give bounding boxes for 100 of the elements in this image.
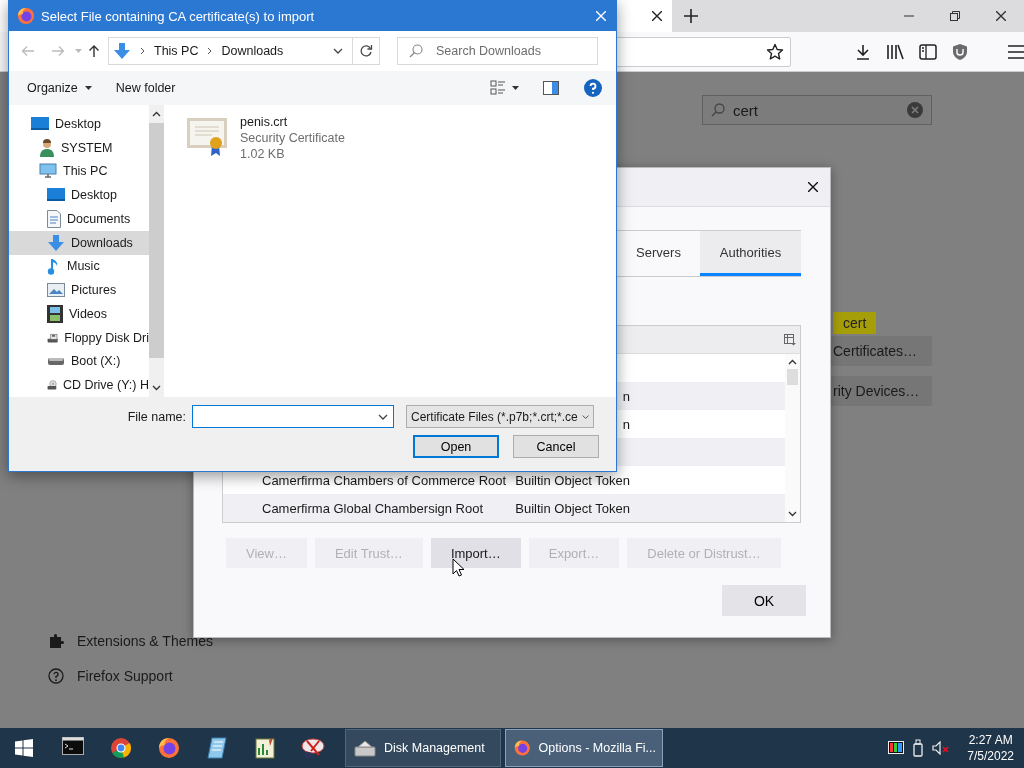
- refresh-icon[interactable]: [359, 44, 373, 58]
- dropdown-icon[interactable]: [378, 413, 388, 420]
- close-icon[interactable]: [996, 11, 1006, 21]
- desktop-icon: [31, 115, 49, 132]
- up-arrow-icon[interactable]: [88, 44, 100, 58]
- star-icon[interactable]: [766, 42, 784, 61]
- tree-item[interactable]: This PC: [9, 159, 149, 184]
- download-arrow-icon: [113, 42, 131, 60]
- close-icon[interactable]: [808, 182, 818, 192]
- sidebar-icon[interactable]: [919, 43, 937, 60]
- button[interactable]: Open: [413, 435, 499, 458]
- search-field[interactable]: Search Downloads: [397, 37, 598, 65]
- scroll-down-icon[interactable]: [152, 385, 161, 391]
- muted-speaker-icon[interactable]: [932, 741, 951, 755]
- ok-button[interactable]: OK: [722, 585, 806, 616]
- library-icon[interactable]: [886, 43, 904, 60]
- clock-date[interactable]: 7/5/2022: [967, 748, 1014, 764]
- address-field[interactable]: This PC Downloads: [108, 37, 380, 65]
- caret-icon[interactable]: [512, 86, 519, 90]
- terminal-icon[interactable]: [62, 737, 84, 755]
- browser-icon[interactable]: [110, 737, 132, 759]
- tab[interactable]: Servers: [617, 231, 700, 276]
- tree-item[interactable]: Pictures: [9, 278, 149, 302]
- file-name[interactable]: penis.crt: [240, 115, 345, 129]
- tree-item[interactable]: Documents: [9, 207, 149, 231]
- search-highlight: cert: [833, 312, 877, 334]
- button[interactable]: Cancel: [513, 435, 599, 458]
- help-icon: [48, 668, 64, 684]
- taskbar-button[interactable]: Options - Mozilla Fi...: [505, 729, 663, 767]
- help-icon[interactable]: [584, 79, 602, 97]
- tree-item[interactable]: CD Drive (Y:) H: [9, 373, 149, 397]
- tree-item[interactable]: Desktop: [9, 183, 149, 207]
- file-name-field[interactable]: [192, 405, 394, 428]
- document-icon: [47, 209, 61, 228]
- sidebar-link[interactable]: Extensions & Themes: [48, 633, 1024, 649]
- tree-item[interactable]: Videos: [9, 302, 149, 326]
- search-field[interactable]: cert: [702, 95, 932, 125]
- toolbar-button[interactable]: Organize: [27, 81, 92, 95]
- toolbar-button[interactable]: New folder: [115, 81, 176, 95]
- tree-item[interactable]: Downloads: [9, 230, 149, 255]
- clock-time[interactable]: 2:27 AM: [968, 732, 1013, 748]
- scroll-up-icon[interactable]: [152, 111, 161, 117]
- tree-item[interactable]: Music: [9, 254, 149, 279]
- notebook-icon[interactable]: [207, 737, 227, 759]
- scrollbar-thumb[interactable]: [787, 369, 798, 385]
- file-type: Security Certificate: [240, 131, 345, 145]
- restore-icon[interactable]: [950, 11, 960, 21]
- tree-item[interactable]: Desktop: [9, 112, 149, 136]
- dropdown-icon[interactable]: [333, 48, 343, 54]
- display-icon[interactable]: [888, 741, 905, 755]
- taskbar-button[interactable]: Disk Management: [345, 729, 501, 767]
- sidebar-link[interactable]: Firefox Support: [48, 668, 1024, 684]
- close-icon[interactable]: [652, 11, 662, 21]
- scroll-up-icon[interactable]: [788, 359, 797, 365]
- dropdown-icon: [581, 413, 589, 420]
- clear-icon[interactable]: [907, 102, 923, 118]
- column-picker-icon[interactable]: [784, 333, 796, 346]
- shield-icon[interactable]: [952, 42, 968, 61]
- button[interactable]: Import…: [430, 538, 521, 568]
- windows-logo-icon[interactable]: [15, 739, 33, 757]
- view-options-icon[interactable]: [490, 80, 506, 96]
- chevron-icon[interactable]: [140, 47, 145, 55]
- tree-item[interactable]: Floppy Disk Dri: [9, 325, 149, 350]
- firefox-icon: [514, 737, 531, 759]
- picture-icon: [47, 282, 65, 299]
- window-title: Select File containing CA certificate(s) to import: [41, 8, 315, 24]
- menu-icon[interactable]: [1008, 44, 1024, 59]
- computer-icon: [39, 163, 57, 180]
- table-cell: n: [622, 388, 630, 404]
- breadcrumb-item[interactable]: This PC: [154, 44, 199, 58]
- desktop-icon: [47, 187, 65, 204]
- button[interactable]: Certificates…: [831, 336, 932, 366]
- drive-icon: [47, 356, 65, 367]
- usb-drive-icon[interactable]: [913, 739, 924, 757]
- film-icon: [47, 304, 63, 323]
- breadcrumb-item[interactable]: Downloads: [221, 44, 284, 58]
- user-icon: [39, 138, 55, 157]
- disk-drive-icon: [354, 739, 376, 757]
- chart-notepad-icon[interactable]: [255, 737, 275, 759]
- table-cell-text: Camerfirma Chambers of Commerce Root: [261, 472, 508, 488]
- scrollbar-thumb[interactable]: [149, 123, 164, 358]
- download-icon[interactable]: [855, 43, 871, 60]
- field-label: File name:: [126, 409, 187, 424]
- button[interactable]: rity Devices…: [831, 376, 932, 406]
- table-cell-text: Camerfirma Global Chambersign Root: [261, 500, 485, 516]
- tree-item[interactable]: SYSTEM: [9, 135, 149, 160]
- caret-icon: [84, 86, 92, 90]
- puzzle-piece-icon: [48, 633, 64, 649]
- tree-item[interactable]: Boot (X:): [9, 349, 149, 374]
- scroll-down-icon[interactable]: [788, 511, 797, 517]
- table-row[interactable]: Camerfirma Global Chambersign Root Builtin Object Token: [223, 494, 785, 522]
- tab[interactable]: Authorities: [700, 231, 801, 276]
- file-type-dropdown[interactable]: Certificate Files (*.p7b;*.crt;*.ce: [406, 405, 594, 428]
- search-text: cert: [733, 101, 759, 119]
- chevron-icon[interactable]: [207, 47, 213, 55]
- preview-pane-icon[interactable]: [543, 81, 559, 95]
- firefox-icon[interactable]: [158, 737, 180, 759]
- new-tab-icon[interactable]: [684, 9, 698, 23]
- download-arrow-icon: [47, 233, 65, 252]
- search-icon: [711, 103, 725, 117]
